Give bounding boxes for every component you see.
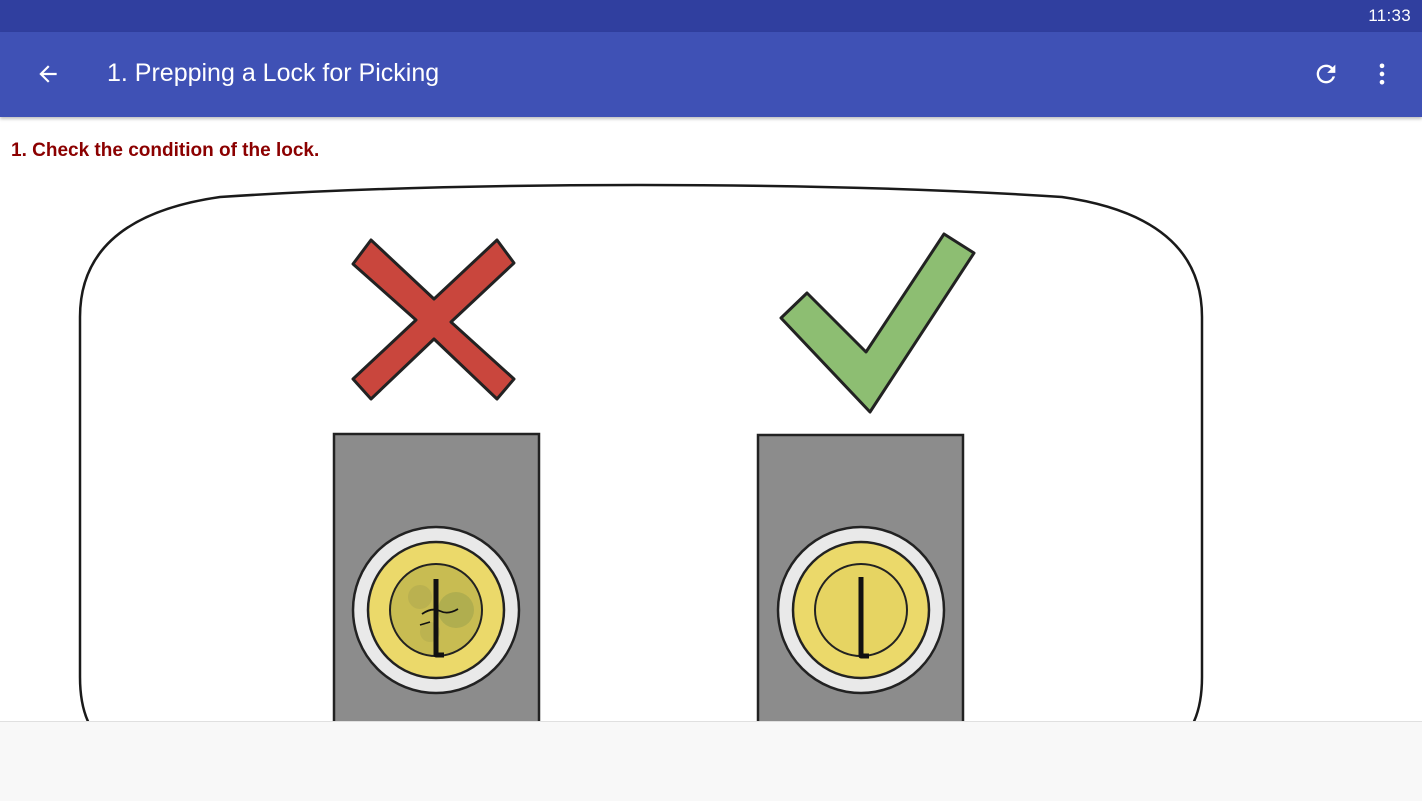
x-mark-icon bbox=[351, 238, 516, 401]
overflow-menu-button[interactable] bbox=[1358, 50, 1406, 98]
bottom-panel bbox=[0, 721, 1422, 801]
page-title: 1. Prepping a Lock for Picking bbox=[107, 59, 440, 87]
back-button[interactable] bbox=[24, 50, 72, 98]
app-bar: 1. Prepping a Lock for Picking bbox=[0, 32, 1422, 117]
more-vert-icon bbox=[1379, 63, 1385, 85]
step-instruction: 1. Check the condition of the lock. bbox=[11, 140, 320, 161]
status-time: 11:33 bbox=[1368, 6, 1411, 25]
check-mark-icon bbox=[779, 232, 976, 414]
refresh-button[interactable] bbox=[1302, 50, 1350, 98]
status-bar: 11:33 bbox=[0, 0, 1422, 32]
illustration-frame bbox=[78, 183, 1204, 721]
arrow-back-icon bbox=[39, 65, 57, 83]
good-lock-graphic bbox=[756, 433, 965, 721]
lock-condition-illustration bbox=[78, 183, 1204, 721]
damaged-lock-graphic bbox=[332, 432, 541, 721]
refresh-icon bbox=[1316, 64, 1336, 84]
article-content[interactable]: 1. Check the condition of the lock. bbox=[0, 117, 1422, 721]
